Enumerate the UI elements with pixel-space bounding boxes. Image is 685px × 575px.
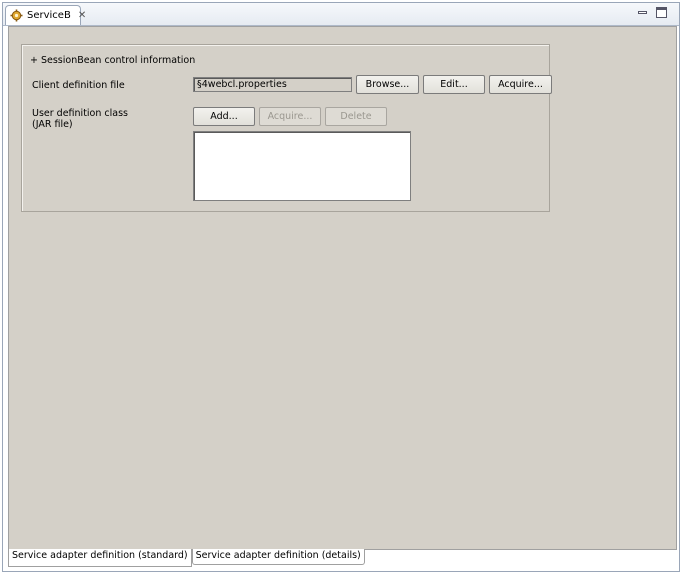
sessionbean-control-group: + SessionBean control information Client… <box>21 44 552 212</box>
edit-button[interactable]: Edit... <box>423 75 485 94</box>
jar-file-label: (JAR file) <box>32 119 73 130</box>
group-title[interactable]: + SessionBean control information <box>30 55 195 66</box>
tab-standard[interactable]: Service adapter definition (standard) <box>8 549 192 567</box>
maximize-icon[interactable] <box>656 7 667 18</box>
add-button[interactable]: Add... <box>193 107 255 126</box>
client-definition-field[interactable]: §4webcl.properties <box>193 77 352 92</box>
close-icon[interactable]: ✕ <box>78 10 86 21</box>
gear-component-icon <box>10 9 23 22</box>
client-definition-label: Client definition file <box>32 80 125 91</box>
jar-file-list[interactable] <box>193 131 411 201</box>
acquire-client-button[interactable]: Acquire... <box>489 75 552 94</box>
bottom-tab-bar: Service adapter definition (standard) Se… <box>8 549 365 567</box>
tab-title: ServiceB <box>27 10 71 21</box>
tab-details[interactable]: Service adapter definition (details) <box>191 549 365 565</box>
tab-serviceb[interactable]: ServiceB ✕ <box>5 5 86 25</box>
acquire-jar-button[interactable]: Acquire... <box>259 107 321 126</box>
minimize-icon[interactable] <box>637 7 648 18</box>
window-controls <box>637 7 667 18</box>
editor-content: + SessionBean control information Client… <box>8 26 677 550</box>
editor-tab-bar: ServiceB ✕ <box>3 3 679 26</box>
browse-button[interactable]: Browse... <box>356 75 419 94</box>
delete-button[interactable]: Delete <box>325 107 387 126</box>
user-definition-label: User definition class <box>32 108 128 119</box>
